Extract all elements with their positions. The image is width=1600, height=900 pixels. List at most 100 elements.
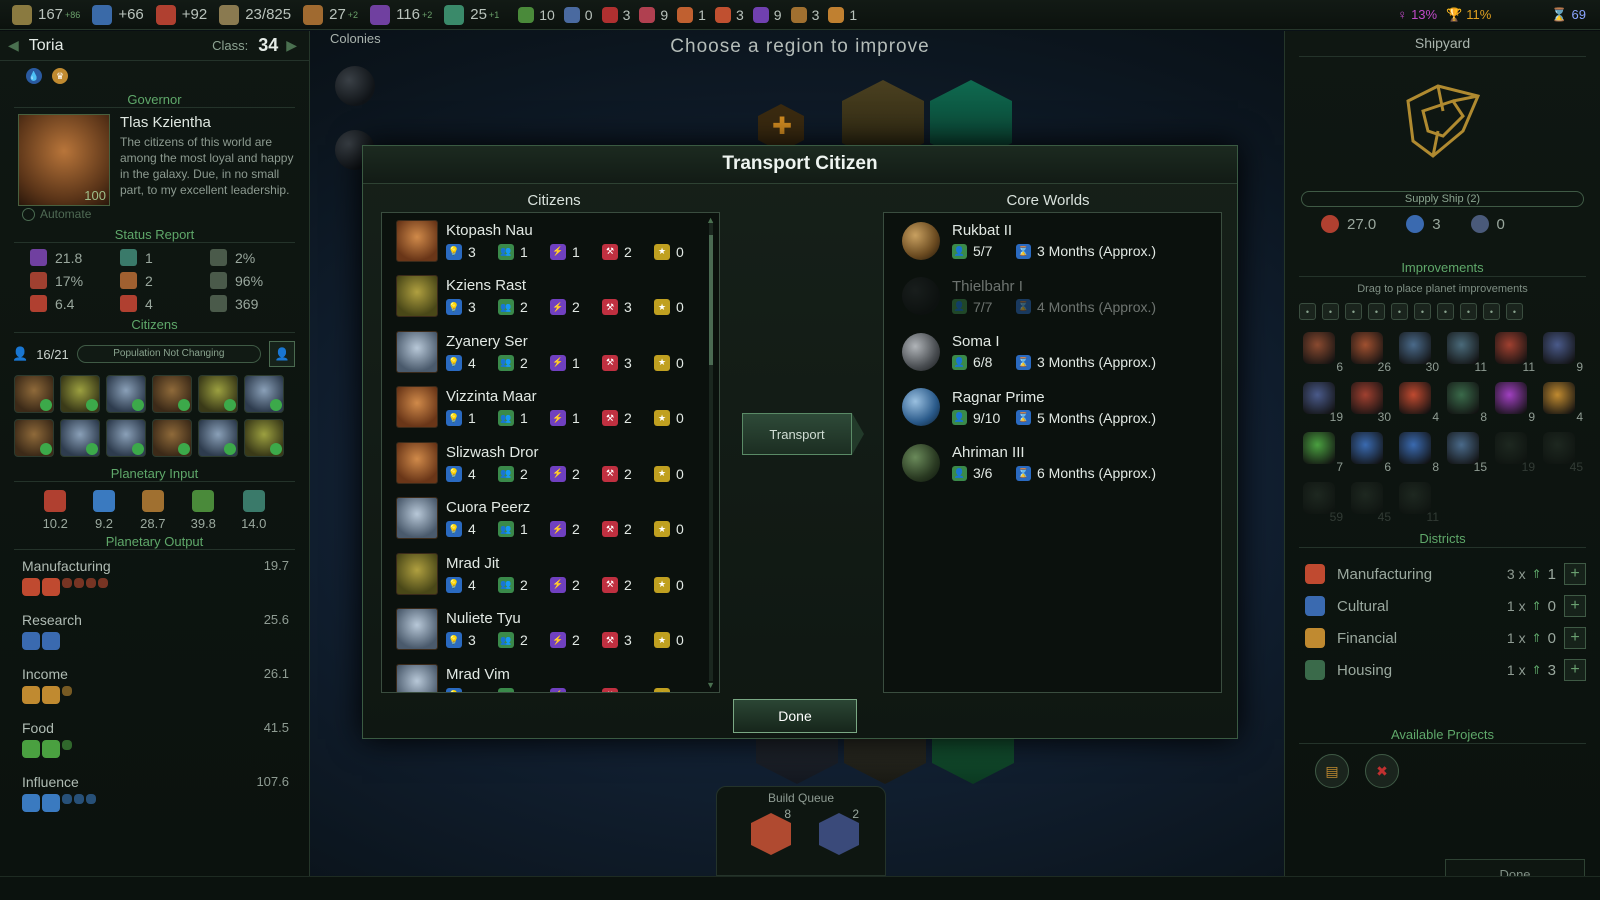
resource-item[interactable]: 167 +86 (12, 4, 80, 25)
core-world-row[interactable]: Rukbat II 👤 5/7 ⌛ 3 Months (Approx.) (884, 213, 1221, 269)
status-item[interactable]: 4 (120, 295, 210, 312)
improvement-item[interactable]: 30 (1393, 330, 1441, 374)
water-trait-icon[interactable]: 💧 (26, 68, 42, 84)
add-district-button[interactable]: + (1564, 659, 1586, 681)
planetary-input-item[interactable]: 10.2 (43, 490, 68, 531)
citizen-portrait[interactable] (106, 375, 146, 413)
improvement-item[interactable]: 8 (1441, 380, 1489, 424)
victory-item[interactable]: ⌛ 69 (1551, 7, 1586, 23)
status-item[interactable]: 2 (120, 272, 210, 289)
strategic-resource[interactable]: 0 (563, 6, 593, 23)
improvement-item[interactable]: 30 (1345, 380, 1393, 424)
citizen-row[interactable]: Vizzinta Maar 💡 1 👥 1 ⚡ 1 ⚒ 2 ★ 0 (382, 380, 719, 436)
add-district-button[interactable]: + (1564, 595, 1586, 617)
improvement-item[interactable]: 9 (1489, 380, 1537, 424)
improvement-item[interactable]: 9 (1537, 330, 1585, 374)
citizen-portrait[interactable] (198, 419, 238, 457)
citizen-portrait[interactable] (60, 419, 100, 457)
citizen-manage-button[interactable]: 👤 (269, 341, 295, 367)
planetary-input-item[interactable]: 14.0 (241, 490, 266, 531)
citizen-row[interactable]: Nuliete Tyu 💡 3 👥 2 ⚡ 2 ⚒ 3 ★ 0 (382, 602, 719, 658)
filter-apple-icon[interactable]: • (1506, 303, 1523, 320)
citizen-portrait[interactable] (244, 419, 284, 457)
citizen-portrait[interactable] (14, 375, 54, 413)
scroll-down-icon[interactable]: ▼ (706, 680, 715, 690)
filter-stack-icon[interactable]: • (1414, 303, 1431, 320)
output-income[interactable]: Income 26.1 (0, 658, 309, 712)
core-worlds-list[interactable]: Rukbat II 👤 5/7 ⌛ 3 Months (Approx.) Thielbah… (883, 212, 1222, 693)
citizen-row[interactable]: Kziens Rast 💡 3 👥 2 ⚡ 2 ⚒ 3 ★ 0 (382, 269, 719, 325)
scroll-thumb[interactable] (709, 235, 713, 365)
strategic-resource[interactable]: 1 (677, 6, 706, 23)
build-queue-item[interactable]: 2 (815, 807, 863, 857)
improvement-item[interactable]: 4 (1393, 380, 1441, 424)
transport-button[interactable]: Transport (742, 413, 852, 455)
improvement-item[interactable]: 8 (1393, 430, 1441, 474)
citizen-row[interactable]: Mrad Jit 💡 4 👥 2 ⚡ 2 ⚒ 2 ★ 0 (382, 546, 719, 602)
citizen-row[interactable]: Cuora Peerz 💡 4 👥 1 ⚡ 2 ⚒ 2 ★ 0 (382, 491, 719, 547)
core-world-row[interactable]: Ragnar Prime 👤 9/10 ⌛ 5 Months (Approx.) (884, 380, 1221, 436)
dialog-done-button[interactable]: Done (733, 699, 857, 733)
filter-person-icon[interactable]: • (1322, 303, 1339, 320)
ship-stat[interactable]: 3 (1406, 215, 1441, 233)
project-financial-icon[interactable]: ▤ (1315, 754, 1349, 788)
strategic-resource[interactable]: 1 (828, 6, 857, 23)
ship-stat[interactable]: 27.0 (1321, 215, 1376, 233)
add-district-button[interactable]: + (1564, 563, 1586, 585)
resource-item[interactable]: +92 (155, 4, 207, 25)
crown-trait-icon[interactable]: ♛ (52, 68, 68, 84)
improvement-item[interactable]: 19 (1297, 380, 1345, 424)
victory-item[interactable]: ♀ 13% (1397, 7, 1437, 22)
citizen-row[interactable]: Slizwash Dror 💡 4 👥 2 ⚡ 2 ⚒ 2 ★ 0 (382, 435, 719, 491)
improvement-item[interactable]: 4 (1537, 380, 1585, 424)
improvement-item[interactable]: 11 (1489, 330, 1537, 374)
status-item[interactable]: 21.8 (30, 249, 120, 266)
automate-toggle[interactable]: Automate (22, 207, 91, 221)
filter-book-icon[interactable]: • (1437, 303, 1454, 320)
status-item[interactable]: 96% (210, 272, 300, 289)
filter-people-icon[interactable]: • (1483, 303, 1500, 320)
next-planet-icon[interactable]: ▶ (286, 37, 297, 54)
citizen-portrait[interactable] (198, 375, 238, 413)
citizen-row[interactable]: Zyanery Ser 💡 4 👥 2 ⚡ 1 ⚒ 3 ★ 0 (382, 324, 719, 380)
improvement-item[interactable]: 11 (1441, 330, 1489, 374)
strategic-resource[interactable]: 3 (714, 6, 744, 23)
planetary-input-item[interactable]: 39.8 (191, 490, 216, 531)
citizen-portrait[interactable] (60, 375, 100, 413)
resource-item[interactable]: 25 +1 (444, 4, 499, 25)
supply-ship-icon[interactable] (1393, 71, 1493, 171)
ship-name[interactable]: Supply Ship (2) (1301, 191, 1584, 207)
district-manufacturing[interactable]: Manufacturing 3 x ⇑ 1 + (1285, 558, 1600, 590)
automate-checkbox[interactable] (22, 207, 35, 221)
filter-gear-icon[interactable]: • (1299, 303, 1316, 320)
status-item[interactable]: 2% (210, 249, 300, 266)
add-district-button[interactable]: + (1564, 627, 1586, 649)
victory-item[interactable]: 🏆 11% (1446, 7, 1491, 23)
resource-item[interactable]: 116 +2 (370, 4, 432, 25)
strategic-resource[interactable]: 9 (752, 6, 782, 23)
prev-planet-icon[interactable]: ◀ (8, 37, 19, 54)
improvement-item[interactable]: 15 (1441, 430, 1489, 474)
improvement-item[interactable]: 6 (1297, 330, 1345, 374)
core-world-row[interactable]: Soma I 👤 6/8 ⌛ 3 Months (Approx.) (884, 324, 1221, 380)
planetary-input-item[interactable]: 9.2 (93, 490, 116, 531)
resource-item[interactable]: +66 (92, 4, 144, 25)
build-queue-item[interactable]: 8 (747, 807, 795, 857)
project-cancel-icon[interactable]: ✖ (1365, 754, 1399, 788)
citizen-row[interactable]: Mrad Vim 💡 👥 ⚡ ⚒ ★ (382, 657, 719, 692)
strategic-resource[interactable]: 3 (790, 6, 819, 23)
district-cultural[interactable]: Cultural 1 x ⇑ 0 + (1285, 590, 1600, 622)
citizen-portrait[interactable] (106, 419, 146, 457)
core-world-row[interactable]: Ahriman III 👤 3/6 ⌛ 6 Months (Approx.) (884, 435, 1221, 491)
output-influence[interactable]: Influence 107.6 (0, 766, 309, 820)
improvement-item[interactable]: 6 (1345, 430, 1393, 474)
improvement-item[interactable]: 26 (1345, 330, 1393, 374)
colony-orb[interactable] (335, 66, 375, 106)
resource-item[interactable]: 27 +2 (303, 4, 358, 25)
planetary-input-item[interactable]: 28.7 (140, 490, 165, 531)
citizen-portrait[interactable] (244, 375, 284, 413)
strategic-resource[interactable]: 10 (518, 6, 555, 23)
citizen-portrait[interactable] (14, 419, 54, 457)
status-item[interactable]: 369 (210, 295, 300, 312)
citizen-portrait[interactable] (152, 375, 192, 413)
